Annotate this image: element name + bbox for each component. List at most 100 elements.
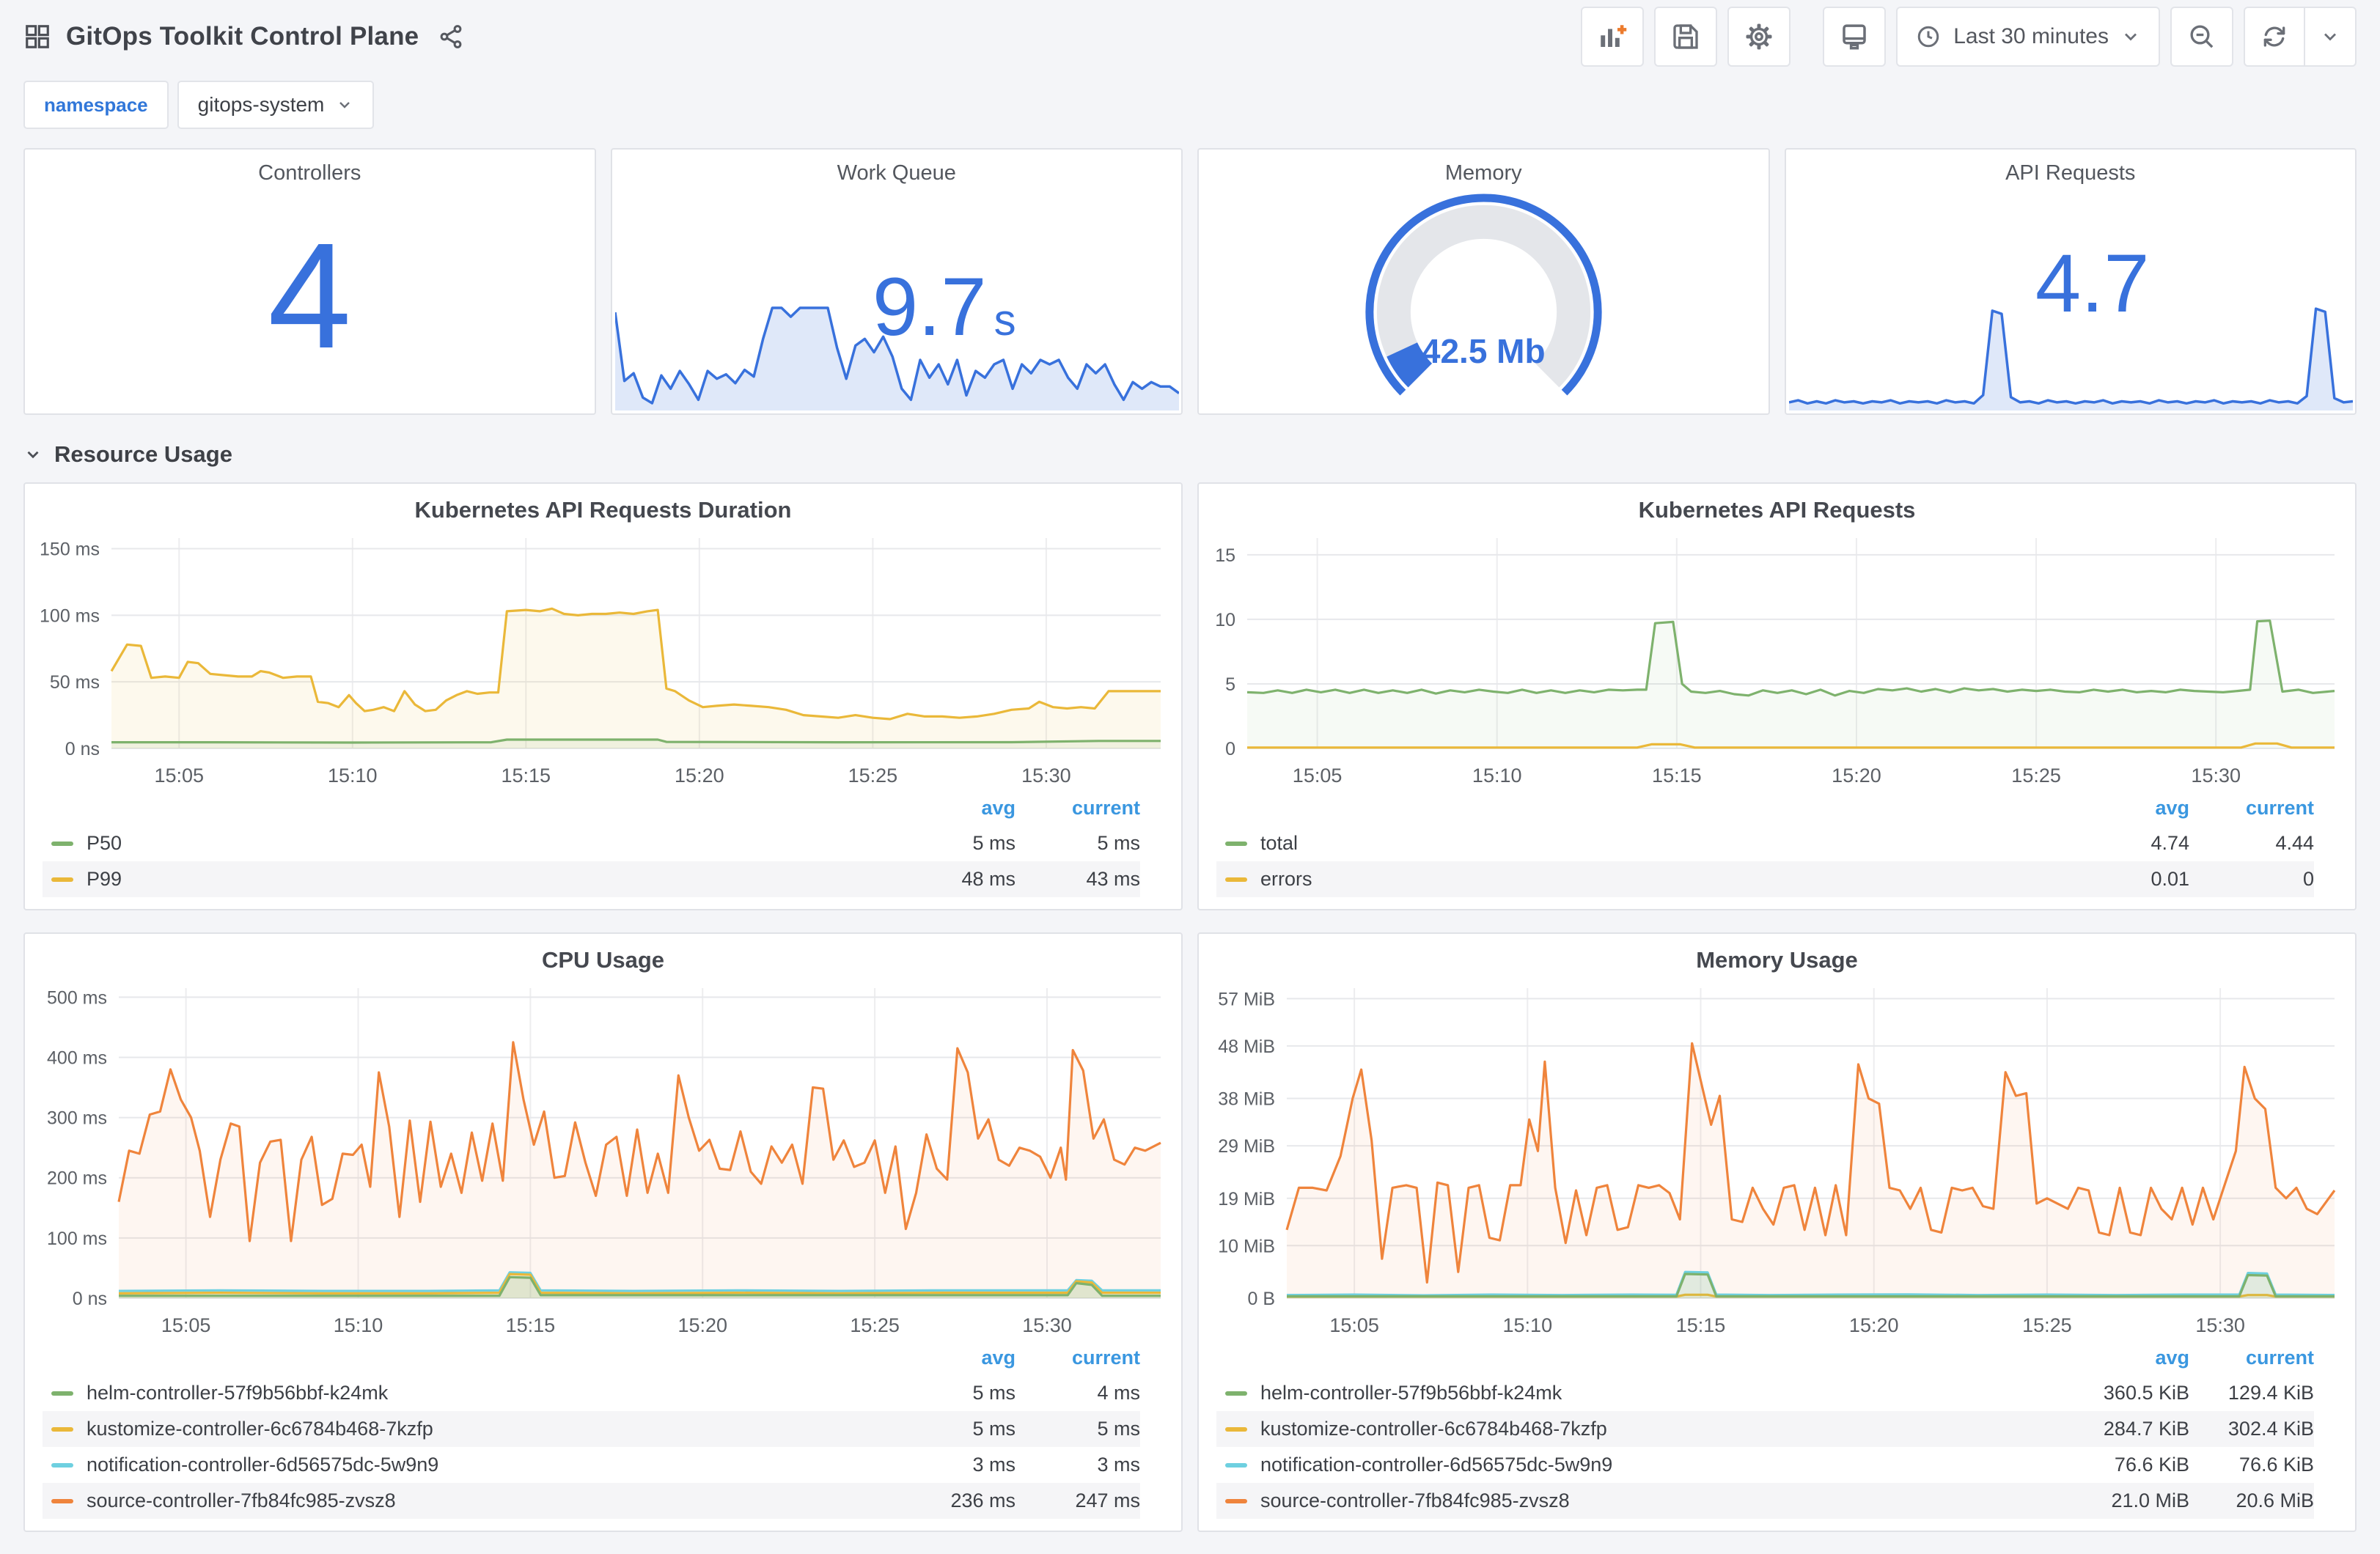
svg-text:500 ms: 500 ms bbox=[47, 987, 107, 1008]
series-current-value: 20.6 MiB bbox=[2236, 1489, 2314, 1511]
legend-col-avg[interactable]: avg bbox=[2065, 797, 2189, 820]
refresh-button-group bbox=[2244, 7, 2357, 67]
series-color-dash bbox=[51, 1462, 73, 1468]
legend-col-avg[interactable]: avg bbox=[891, 797, 1015, 820]
legend: avg current helm-controller-57f9b56bbf-k2… bbox=[25, 1344, 1181, 1531]
series-name[interactable]: helm-controller-57f9b56bbf-k24mk bbox=[1260, 1382, 2065, 1404]
series-name[interactable]: helm-controller-57f9b56bbf-k24mk bbox=[87, 1382, 891, 1404]
clock-icon bbox=[1915, 23, 1942, 50]
panel-title[interactable]: CPU Usage bbox=[25, 934, 1181, 976]
series-current-value: 76.6 KiB bbox=[2238, 1454, 2314, 1476]
svg-text:15:05: 15:05 bbox=[154, 765, 204, 787]
series-name[interactable]: P99 bbox=[87, 868, 891, 891]
series-name[interactable]: kustomize-controller-6c6784b468-7kzfp bbox=[1260, 1418, 2065, 1440]
series-avg-value: 76.6 KiB bbox=[2114, 1454, 2189, 1476]
chevron-down-icon bbox=[23, 445, 43, 464]
zoom-out-button[interactable] bbox=[2170, 7, 2233, 67]
dashboard-settings-button[interactable] bbox=[1727, 7, 1791, 67]
series-name[interactable]: notification-controller-6d56575dc-5w9n9 bbox=[87, 1454, 891, 1476]
panel-cpu-usage: CPU Usage 15:05 15:10 15:15 15:20 15:25 15:30… bbox=[23, 932, 1183, 1532]
panel-api-requests-stat: API Requests 4.7 bbox=[1784, 148, 2357, 415]
legend-row: errors 0.01 0 bbox=[1216, 861, 2314, 897]
svg-text:29 MiB: 29 MiB bbox=[1218, 1136, 1275, 1157]
legend-row: P50 5 ms 5 ms bbox=[43, 825, 1140, 861]
panel-title[interactable]: Kubernetes API Requests Duration bbox=[25, 484, 1181, 526]
legend: avg current helm-controller-57f9b56bbf-k2… bbox=[1199, 1344, 2355, 1531]
chevron-down-icon bbox=[336, 96, 353, 114]
series-color-dash bbox=[1225, 1426, 1247, 1432]
series-name[interactable]: notification-controller-6d56575dc-5w9n9 bbox=[1260, 1454, 2065, 1476]
svg-text:10 MiB: 10 MiB bbox=[1218, 1236, 1275, 1256]
svg-text:15:05: 15:05 bbox=[1293, 765, 1343, 787]
series-avg-value: 5 ms bbox=[972, 1418, 1015, 1440]
share-icon[interactable] bbox=[438, 23, 464, 50]
svg-text:57 MiB: 57 MiB bbox=[1218, 989, 1275, 1009]
series-current-value: 247 ms bbox=[1075, 1489, 1140, 1511]
svg-text:15:30: 15:30 bbox=[1022, 1314, 1072, 1336]
series-name[interactable]: kustomize-controller-6c6784b468-7kzfp bbox=[87, 1418, 891, 1440]
series-color-dash bbox=[51, 841, 73, 846]
series-name[interactable]: errors bbox=[1260, 868, 2065, 891]
panel-k8s-api-requests: Kubernetes API Requests 15:05 15:10 15:15 1… bbox=[1197, 482, 2357, 910]
panel-title[interactable]: Kubernetes API Requests bbox=[1199, 484, 2355, 526]
save-dashboard-button[interactable] bbox=[1654, 7, 1718, 67]
series-name[interactable]: total bbox=[1260, 832, 2065, 855]
svg-text:15:10: 15:10 bbox=[1503, 1314, 1553, 1336]
panel-title[interactable]: Work Queue bbox=[612, 150, 1182, 185]
stat-value: 4 bbox=[268, 212, 352, 380]
series-avg-value: 5 ms bbox=[972, 1382, 1015, 1404]
add-panel-button[interactable] bbox=[1581, 7, 1645, 67]
legend-row: kustomize-controller-6c6784b468-7kzfp 284… bbox=[1216, 1411, 2314, 1447]
legend-row: P99 48 ms 43 ms bbox=[43, 861, 1140, 897]
svg-text:0 ns: 0 ns bbox=[65, 739, 100, 759]
variable-label-namespace: namespace bbox=[23, 81, 169, 129]
svg-text:15:25: 15:25 bbox=[848, 765, 898, 787]
panel-work-queue: Work Queue 9.7 s bbox=[610, 148, 1183, 415]
section-resource-usage[interactable]: Resource Usage bbox=[0, 415, 2380, 482]
panel-title[interactable]: Memory bbox=[1199, 150, 1769, 185]
template-variables-row: namespace gitops-system bbox=[0, 73, 2380, 148]
series-color-dash bbox=[51, 1426, 73, 1432]
svg-text:100 ms: 100 ms bbox=[40, 605, 100, 626]
variable-value-dropdown[interactable]: gitops-system bbox=[177, 81, 375, 129]
svg-text:15:20: 15:20 bbox=[1849, 1314, 1899, 1336]
series-avg-value: 21.0 MiB bbox=[2111, 1489, 2189, 1511]
stat-unit: s bbox=[993, 295, 1016, 345]
legend-col-avg[interactable]: avg bbox=[891, 1347, 1015, 1369]
svg-text:15:20: 15:20 bbox=[1832, 765, 1881, 787]
legend-col-current[interactable]: current bbox=[1015, 1347, 1140, 1369]
panel-title[interactable]: API Requests bbox=[1786, 150, 2356, 185]
time-range-picker[interactable]: Last 30 minutes bbox=[1896, 7, 2160, 67]
svg-text:15:10: 15:10 bbox=[1472, 765, 1522, 787]
tv-kiosk-button[interactable] bbox=[1823, 7, 1887, 67]
series-avg-value: 5 ms bbox=[972, 832, 1015, 854]
series-name[interactable]: source-controller-7fb84fc985-zvsz8 bbox=[1260, 1489, 2065, 1512]
series-current-value: 3 ms bbox=[1097, 1454, 1140, 1476]
panel-title[interactable]: Memory Usage bbox=[1199, 934, 2355, 976]
dashboard-header: GitOps Toolkit Control Plane Last 30 min… bbox=[0, 0, 2380, 73]
time-range-label: Last 30 minutes bbox=[1953, 24, 2109, 48]
series-avg-value: 3 ms bbox=[972, 1454, 1015, 1476]
memory-gauge bbox=[1199, 192, 1769, 406]
series-color-dash bbox=[1225, 1498, 1247, 1503]
legend: avg current total 4.74 4.44 errors 0.01 0 bbox=[1199, 794, 2355, 909]
legend-row: notification-controller-6d56575dc-5w9n9 7… bbox=[1216, 1447, 2314, 1483]
page-title: GitOps Toolkit Control Plane bbox=[66, 22, 419, 51]
svg-text:38 MiB: 38 MiB bbox=[1218, 1089, 1275, 1110]
legend-col-current[interactable]: current bbox=[2189, 797, 2314, 820]
svg-text:150 ms: 150 ms bbox=[40, 540, 100, 560]
dashboard-grid-icon[interactable] bbox=[23, 23, 51, 51]
svg-text:15:20: 15:20 bbox=[677, 1314, 727, 1336]
refresh-button[interactable] bbox=[2245, 8, 2304, 65]
series-name[interactable]: P50 bbox=[87, 832, 891, 855]
legend-col-current[interactable]: current bbox=[2189, 1347, 2314, 1369]
refresh-interval-dropdown[interactable] bbox=[2304, 8, 2355, 65]
time-series-chart: 15:05 15:10 15:15 15:20 15:25 15:30 0 5 10 15 bbox=[1199, 526, 2355, 794]
variable-selected-value: gitops-system bbox=[197, 93, 325, 116]
series-name[interactable]: source-controller-7fb84fc985-zvsz8 bbox=[87, 1489, 891, 1512]
gauge-value: 42.5 Mb bbox=[1421, 332, 1546, 370]
legend-col-current[interactable]: current bbox=[1015, 797, 1140, 820]
graph-row-2: CPU Usage 15:05 15:10 15:15 15:20 15:25 15:30… bbox=[0, 932, 2380, 1532]
svg-text:0: 0 bbox=[1225, 739, 1235, 759]
legend-col-avg[interactable]: avg bbox=[2065, 1347, 2189, 1369]
